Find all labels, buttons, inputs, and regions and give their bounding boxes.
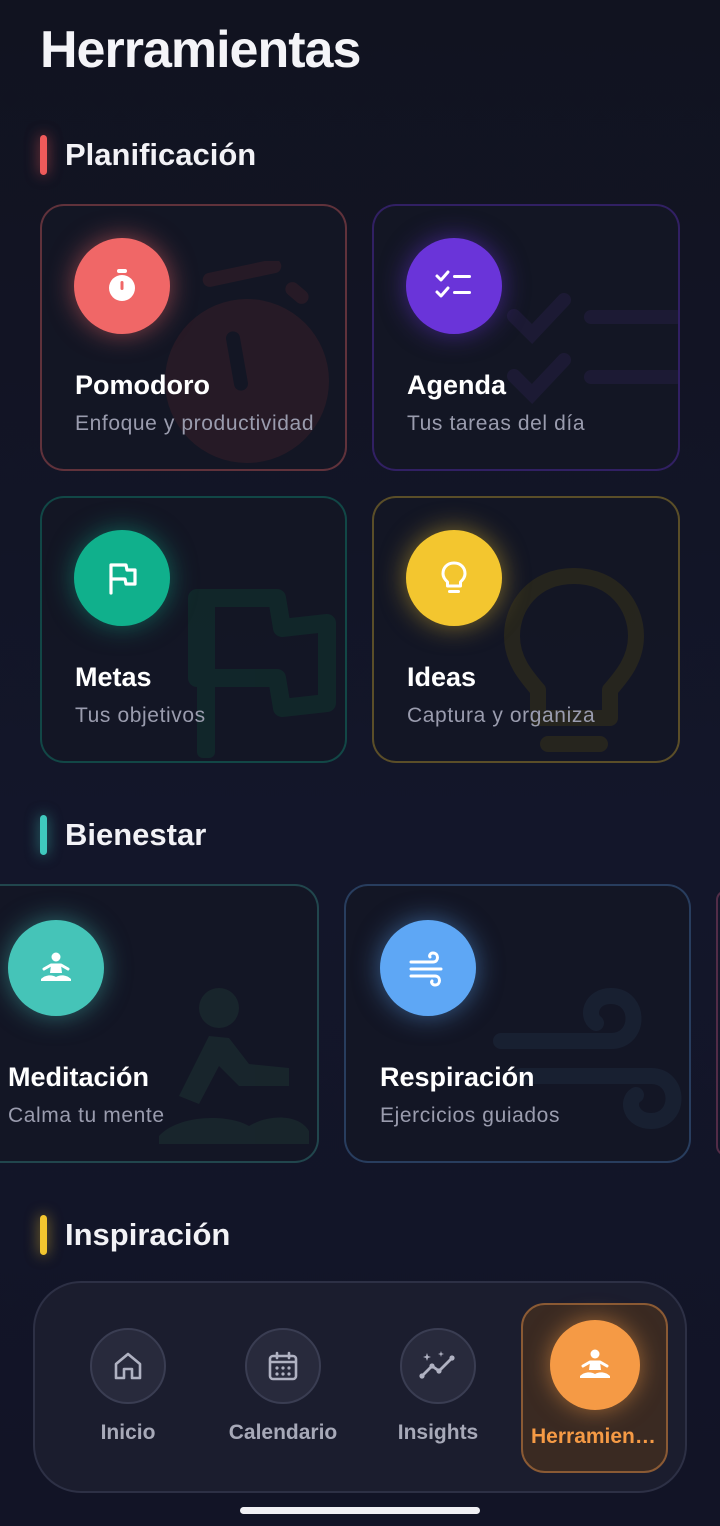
lightbulb-icon <box>441 561 467 593</box>
meditacion-title: Meditación <box>8 1062 150 1092</box>
lightbulb-icon <box>504 568 644 752</box>
respiracion-title: Respiración <box>380 1062 535 1092</box>
nav-icon-circle <box>400 1328 476 1404</box>
metas-card[interactable]: Metas Tus objetivos <box>40 496 347 763</box>
section-header-planificacion: Planificación <box>40 135 256 175</box>
section-accent-bar <box>40 135 47 175</box>
pomodoro-title: Pomodoro <box>75 370 210 400</box>
pomodoro-icon-circle <box>74 238 170 334</box>
section-header-inspiracion: Inspiración <box>40 1215 230 1255</box>
timer-icon <box>165 261 329 463</box>
ideas-icon-circle <box>406 530 502 626</box>
bottom-nav: Inicio Calendario Insights Herramientas <box>33 1281 687 1493</box>
nav-label: Calendario <box>228 1421 338 1444</box>
nav-label: Insights <box>397 1421 479 1444</box>
nav-label: Inicio <box>100 1421 156 1444</box>
nav-item-calendario[interactable]: Calendario <box>208 1283 358 1495</box>
nav-item-inicio[interactable]: Inicio <box>53 1283 203 1495</box>
calendar-icon <box>268 1351 298 1381</box>
section-accent-bar <box>40 815 47 855</box>
nav-icon-circle <box>90 1328 166 1404</box>
nav-label: Herramientas <box>531 1425 666 1448</box>
nav-item-insights[interactable]: Insights <box>363 1283 513 1495</box>
agenda-description: Tus tareas del día <box>407 412 586 435</box>
meditation-icon <box>159 988 309 1144</box>
section-header-bienestar: Bienestar <box>40 815 206 855</box>
nav-item-herramientas[interactable]: Herramientas <box>521 1303 668 1473</box>
section-accent-bar <box>40 1215 47 1255</box>
pomodoro-description: Enfoque y productividad <box>75 412 315 435</box>
pomodoro-card[interactable]: Pomodoro Enfoque y productividad <box>40 204 347 471</box>
section-title: Bienestar <box>65 817 207 852</box>
meditacion-description: Calma tu mente <box>8 1104 165 1127</box>
meditation-icon <box>41 952 71 981</box>
metas-description: Tus objetivos <box>75 704 206 727</box>
agenda-card[interactable]: Agenda Tus tareas del día <box>372 204 680 471</box>
flag-icon <box>109 563 137 595</box>
page-title: Herramientas <box>40 21 361 79</box>
agenda-title: Agenda <box>407 370 507 400</box>
section-title: Inspiración <box>65 1217 231 1252</box>
respiracion-description: Ejercicios guiados <box>380 1104 561 1127</box>
metas-title: Metas <box>75 662 152 692</box>
checklist-icon <box>435 270 471 298</box>
ideas-description: Captura y organiza <box>407 704 596 727</box>
meditacion-card[interactable]: Meditación Calma tu mente <box>0 884 319 1163</box>
checklist-icon <box>507 293 678 405</box>
respiracion-card[interactable]: Respiración Ejercicios guiados <box>344 884 691 1163</box>
agenda-icon-circle <box>406 238 502 334</box>
home-icon <box>114 1352 142 1380</box>
nav-icon-circle <box>550 1320 640 1410</box>
respiracion-icon-circle <box>380 920 476 1016</box>
next-card-edge[interactable] <box>716 890 720 1156</box>
metas-icon-circle <box>74 530 170 626</box>
nav-icon-circle <box>245 1328 321 1404</box>
wind-icon <box>409 951 443 987</box>
ideas-card[interactable]: Ideas Captura y organiza <box>372 496 680 763</box>
meditacion-icon-circle <box>8 920 104 1016</box>
timer-icon <box>109 269 135 301</box>
flag-icon <box>188 589 336 758</box>
home-indicator <box>240 1507 480 1514</box>
ideas-title: Ideas <box>407 662 477 692</box>
insights-icon <box>419 1351 455 1379</box>
section-title: Planificación <box>65 137 257 172</box>
meditation-icon <box>580 1349 610 1378</box>
